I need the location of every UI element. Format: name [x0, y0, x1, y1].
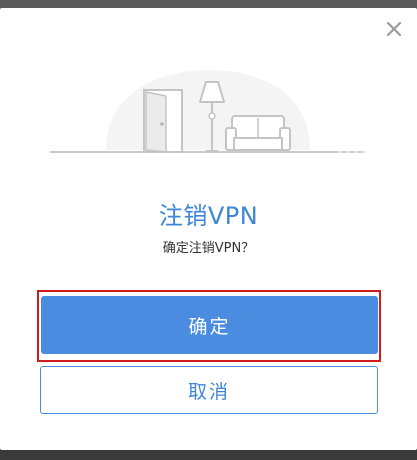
- close-icon[interactable]: [383, 18, 405, 40]
- door-icon: [143, 89, 183, 153]
- confirm-button[interactable]: 确定: [41, 296, 378, 354]
- sofa-icon: [225, 115, 291, 151]
- logout-vpn-dialog: 注销VPN 确定注销VPN？ 确定 取消: [0, 8, 417, 450]
- cancel-button[interactable]: 取消: [40, 366, 378, 414]
- dialog-title: 注销VPN: [158, 202, 259, 230]
- empty-room-illustration: [50, 70, 366, 153]
- dialog-message: 确定注销VPN？: [162, 241, 255, 256]
